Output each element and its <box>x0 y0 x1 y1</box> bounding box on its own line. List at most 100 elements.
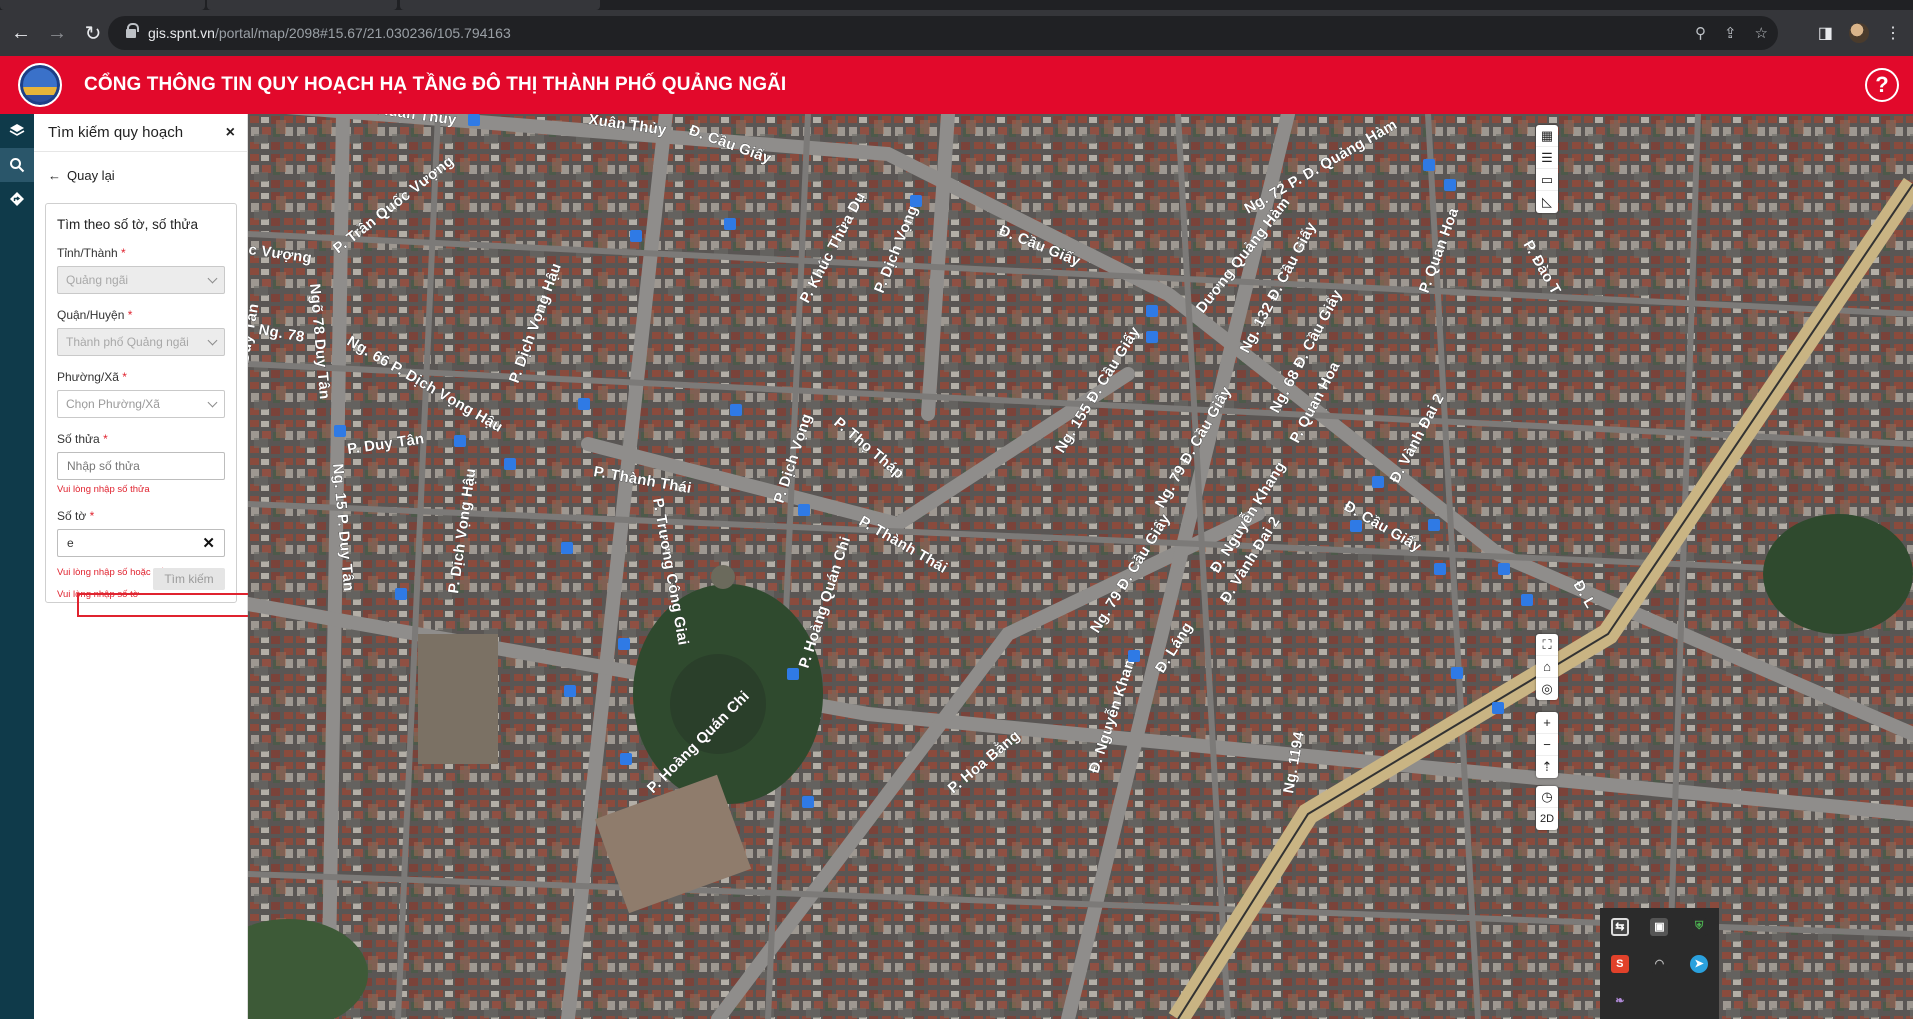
back-link[interactable]: ← Quay lại <box>48 168 247 183</box>
search-icon[interactable] <box>0 148 34 182</box>
bus-stop-icon <box>1428 519 1440 531</box>
view-mode-toggle[interactable]: 2D <box>1536 808 1558 830</box>
ruler-icon[interactable]: ▭ <box>1536 169 1558 191</box>
zoom-in-icon[interactable]: + <box>1536 712 1558 734</box>
bus-stop-icon <box>798 504 810 516</box>
search-form-card: Tìm theo số tờ, số thửa Tỉnh/Thành * Quả… <box>45 203 237 603</box>
bus-stop-icon <box>1444 179 1456 191</box>
browser-tab[interactable] <box>0 0 205 10</box>
search-button[interactable]: Tìm kiếm <box>153 568 225 590</box>
chevron-down-icon <box>207 397 218 407</box>
ward-select[interactable]: Chọn Phường/Xã <box>57 390 225 418</box>
map-tools-top: ▦ ☰ ▭ ◺ <box>1536 125 1558 213</box>
parcel-number-input[interactable]: Nhập số thửa <box>57 452 225 480</box>
card-title: Tìm theo số tờ, số thửa <box>57 217 198 232</box>
bus-stop-icon <box>1146 331 1158 343</box>
bus-stop-icon <box>1146 305 1158 317</box>
sidepanel-icon[interactable]: ◨ <box>1818 23 1833 43</box>
fullscreen-icon[interactable]: ⛶ <box>1536 634 1558 656</box>
bus-stop-icon <box>468 114 480 126</box>
map-icon[interactable]: ▦ <box>1536 125 1558 147</box>
bus-stop-icon <box>787 668 799 680</box>
zoom-out-icon[interactable]: − <box>1536 734 1558 756</box>
clear-icon[interactable]: ✕ <box>202 534 215 552</box>
layers-icon[interactable] <box>0 114 34 148</box>
share-icon[interactable]: ⇪ <box>1724 24 1737 42</box>
province-label: Tỉnh/Thành * <box>57 246 126 260</box>
chevron-down-icon <box>207 335 218 345</box>
browser-tabstrip <box>0 0 1913 10</box>
locate-icon[interactable]: ◎ <box>1536 678 1558 700</box>
zoom-icon[interactable]: ⚲ <box>1695 24 1706 42</box>
parcel-label: Số thửa * <box>57 432 108 446</box>
url-text[interactable]: gis.spnt.vn/portal/map/2098#15.67/21.030… <box>148 25 511 41</box>
zoom-controls: + − ⇡ <box>1536 712 1558 778</box>
bus-stop-icon <box>564 685 576 697</box>
screenshot-icon[interactable]: ▣ <box>1650 917 1669 936</box>
map-tools-bottom: ⛶ ⌂ ◎ <box>1536 634 1558 700</box>
system-tray-popup: ⇆ ▣ ⛨ S ◠ ➤ ❧ <box>1600 908 1719 1019</box>
bus-stop-icon <box>910 195 922 207</box>
directions-icon[interactable] <box>0 182 34 216</box>
bus-stop-icon <box>802 796 814 808</box>
bus-stop-icon <box>1128 650 1140 662</box>
remote-desktop-icon[interactable]: ⇆ <box>1610 917 1629 936</box>
parcel-error: Vui lòng nhập số thửa <box>57 484 150 495</box>
bus-stop-icon <box>630 230 642 242</box>
bus-stop-icon <box>578 398 590 410</box>
app-title: CỔNG THÔNG TIN QUY HOẠCH HẠ TẦNG ĐÔ THỊ … <box>84 74 787 95</box>
bus-stop-icon <box>561 542 573 554</box>
bus-stop-icon <box>1521 594 1533 606</box>
sogou-icon[interactable]: S <box>1610 954 1629 973</box>
district-label: Quận/Huyện * <box>57 308 133 322</box>
bus-stop-icon <box>1372 476 1384 488</box>
close-icon[interactable]: × <box>226 124 235 142</box>
satellite-map[interactable]: Xuân Thủy Xuân Thủy Đ. Cầu Giấy c Vượng … <box>248 114 1913 1019</box>
headset-icon[interactable]: ◠ <box>1650 954 1669 973</box>
browser-tab[interactable] <box>207 0 397 10</box>
tray-empty-slot <box>1690 992 1708 1010</box>
profile-avatar[interactable] <box>1849 23 1869 43</box>
help-icon[interactable]: ? <box>1865 68 1899 102</box>
forward-icon[interactable]: → <box>42 18 72 48</box>
chevron-down-icon <box>207 273 218 283</box>
compass-icon[interactable]: ⇡ <box>1536 756 1558 778</box>
bus-stop-icon <box>395 588 407 600</box>
bus-stop-icon <box>1434 563 1446 575</box>
home-icon[interactable]: ⌂ <box>1536 656 1558 678</box>
ward-label: Phường/Xã * <box>57 370 127 384</box>
map-canvas[interactable]: Xuân Thủy Xuân Thủy Đ. Cầu Giấy c Vượng … <box>248 114 1913 1019</box>
bus-stop-icon <box>1492 702 1504 714</box>
sheet-number-input[interactable]: e ✕ <box>57 529 225 557</box>
tray-empty-slot <box>1650 992 1668 1010</box>
browser-toolbar: ← → ↻ gis.spnt.vn/portal/map/2098#15.67/… <box>0 10 1913 56</box>
reload-icon[interactable]: ↻ <box>78 18 108 48</box>
back-icon[interactable]: ← <box>6 18 36 48</box>
star-icon[interactable]: ☆ <box>1755 24 1768 42</box>
search-panel: Tìm kiếm quy hoạch × ← Quay lại Tìm theo… <box>34 114 253 1019</box>
left-rail <box>0 114 34 1019</box>
panel-title: Tìm kiếm quy hoạch <box>48 124 184 141</box>
bus-stop-icon <box>334 425 346 437</box>
clock-icon[interactable]: ◷ <box>1536 786 1558 808</box>
bus-stop-icon <box>1451 667 1463 679</box>
district-select: Thành phố Quảng ngãi <box>57 328 225 356</box>
bus-stop-icon <box>620 753 632 765</box>
bus-stop-icon <box>454 435 466 447</box>
bus-stop-icon <box>1498 563 1510 575</box>
shield-icon[interactable]: ⛨ <box>1690 917 1709 936</box>
telegram-icon[interactable]: ➤ <box>1690 954 1709 973</box>
bus-stop-icon <box>1350 520 1362 532</box>
feather-icon[interactable]: ❧ <box>1610 991 1629 1010</box>
browser-tab[interactable] <box>400 0 600 10</box>
lock-icon <box>126 23 139 38</box>
province-select: Quảng ngãi <box>57 266 225 294</box>
angle-icon[interactable]: ◺ <box>1536 191 1558 213</box>
bus-stop-icon <box>730 404 742 416</box>
app-header: CỔNG THÔNG TIN QUY HOẠCH HẠ TẦNG ĐÔ THỊ … <box>0 56 1913 114</box>
bus-stop-icon <box>504 458 516 470</box>
list-icon[interactable]: ☰ <box>1536 147 1558 169</box>
kebab-menu-icon[interactable]: ⋮ <box>1885 23 1901 43</box>
city-logo[interactable] <box>18 63 62 107</box>
address-bar[interactable]: gis.spnt.vn/portal/map/2098#15.67/21.030… <box>108 16 1778 50</box>
